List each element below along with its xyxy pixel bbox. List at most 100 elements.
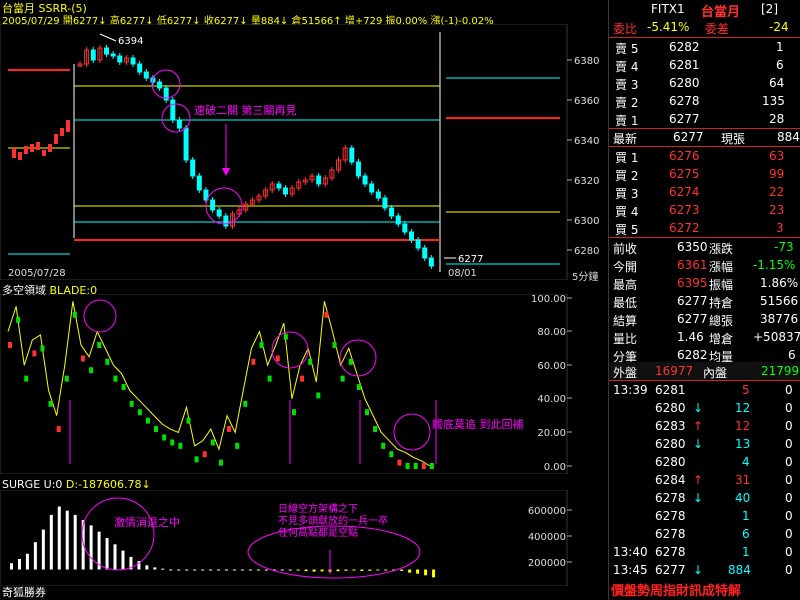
tick-arrow-icon: ↓ (693, 491, 704, 505)
y-tick-label: 100.00 (531, 294, 566, 305)
interval-label[interactable]: 5分鐘 (572, 268, 598, 283)
surge-bar (264, 569, 268, 571)
candle (104, 47, 110, 55)
surge-bar (89, 525, 93, 570)
surge-bar (105, 538, 109, 570)
surge-bar (360, 569, 364, 571)
diff-label: 委差 (705, 22, 730, 36)
ask-label: 賣 1 (615, 114, 639, 128)
surge-bar (408, 569, 412, 573)
blade-marker (413, 463, 418, 469)
candle (66, 120, 70, 132)
y-tick-label: 40.00 (537, 394, 566, 405)
ask-label: 賣 2 (615, 96, 639, 110)
stat-value: 6277 (677, 312, 708, 326)
candle (375, 191, 381, 199)
tick-time: 13:40 (613, 545, 648, 559)
bid-price: 6272 (669, 221, 700, 235)
candle (196, 175, 202, 191)
candle (223, 215, 229, 227)
inner-value: 21799 (761, 364, 800, 378)
outer-value: 16977 (655, 364, 694, 378)
tick-oi: 0 (785, 491, 793, 505)
stat-label: 結算 (613, 314, 638, 328)
surge-bar (33, 542, 37, 570)
blade-marker (178, 442, 183, 449)
candle (143, 71, 149, 79)
blade-marker (32, 350, 37, 357)
y-tick-label: 400000 (528, 532, 566, 543)
annotation-circle (339, 339, 377, 377)
ratio-row: 委比 -5.41% 委差 -24 (609, 18, 800, 36)
surge-bar (169, 569, 173, 571)
blade-marker (16, 316, 21, 323)
candle (389, 207, 395, 217)
candle (24, 146, 28, 154)
stat-row: 最高 6395 振幅 1.86% (609, 274, 800, 292)
price-annotation: 速破二關 第三關再見 (194, 103, 297, 117)
blade-marker (154, 426, 159, 433)
bid-price: 6274 (669, 185, 700, 199)
ask-volume: 135 (762, 94, 785, 108)
blade-marker (267, 375, 272, 382)
surge-bar (400, 569, 404, 571)
blade-annotation: 觸底莫追 到此回補 (432, 417, 524, 431)
candle (137, 63, 143, 73)
y-tick-label: 6300 (574, 216, 599, 227)
ask-volume: 64 (769, 76, 785, 90)
surge-annotation-right: 任何高點都是空點 (278, 526, 358, 539)
stat-value: -73 (774, 240, 794, 254)
y-tick-label: 80.00 (537, 327, 566, 338)
candle (276, 183, 282, 189)
tick-volume: 4 (742, 455, 750, 469)
bid-volume: 63 (769, 149, 785, 163)
blade-chart[interactable]: 觸底莫追 到此回補 100.00 80.00 60.00 40.00 20.00 0.00 (0, 294, 607, 474)
tick-oi: 0 (785, 509, 793, 523)
stat-value: 6361 (677, 258, 708, 272)
tick-price: 6280 (655, 437, 686, 451)
stat-row: 前收 6350 漲跌 -73 (609, 238, 800, 256)
tick-volume: 40 (735, 491, 751, 505)
ask-label: 賣 5 (615, 42, 639, 56)
high-marker (99, 33, 117, 42)
ask-row: 賣 3 6280 64 (609, 74, 800, 92)
surge-bar (376, 569, 380, 571)
blade-marker (308, 358, 313, 365)
stat-row: 量比 1.46 增倉 +50837 (609, 328, 800, 346)
candle (30, 144, 34, 152)
surge-bar (25, 553, 29, 570)
surge-bar (145, 565, 149, 570)
tick-price: 6278 (655, 545, 686, 559)
surge-bar (193, 569, 197, 571)
tick-volume: 1 (742, 545, 750, 559)
bid-row: 買 3 6274 22 (609, 183, 800, 201)
surge-annotation-right: 日線空方架構之下 (278, 502, 358, 515)
diff-value: -24 (769, 20, 789, 34)
blade-marker (324, 311, 329, 318)
date-left: 2005/07/28 (8, 268, 66, 279)
ask-price: 6281 (669, 58, 700, 72)
stat-row: 今開 6361 漲幅 -1.15% (609, 256, 800, 274)
tick-row: 13:40 6278 1 0 (609, 543, 800, 561)
bid-label: 買 4 (615, 205, 639, 219)
surge-bar (41, 529, 45, 570)
tick-arrow-icon: ↓ (693, 563, 704, 577)
bid-volume: 23 (769, 203, 785, 217)
annotation-circle (271, 331, 309, 369)
symbol-code: FITX1 (651, 2, 685, 16)
ask-volume: 6 (776, 58, 784, 72)
quote-panel: FITX1 台當月 [2] 委比 -5.41% 委差 -24 賣 5 6282 1 賣… (608, 0, 800, 600)
price-chart[interactable]: 速破二關 第三關再見 6394 6277 6380 6360 6340 6320 6300 62… (0, 24, 607, 280)
tick-price: 6278 (655, 491, 686, 505)
candle (130, 57, 136, 65)
tick-oi: 0 (785, 563, 793, 577)
low-label: 6277 (458, 254, 483, 265)
tick-row: 6280 ↓ 13 0 (609, 435, 800, 453)
blade-marker (162, 434, 167, 441)
tick-row: 13:39 6281 5 0 (609, 381, 800, 399)
ask-volume: 28 (769, 112, 785, 126)
surge-chart[interactable]: 激情消退之中 日線空方架構之下不見多頭獻放的一兵一卒任何高點都是空點 600000 4… (0, 490, 607, 586)
surge-bar (296, 569, 300, 571)
surge-bar (153, 567, 157, 570)
ask-price: 6280 (669, 76, 700, 90)
